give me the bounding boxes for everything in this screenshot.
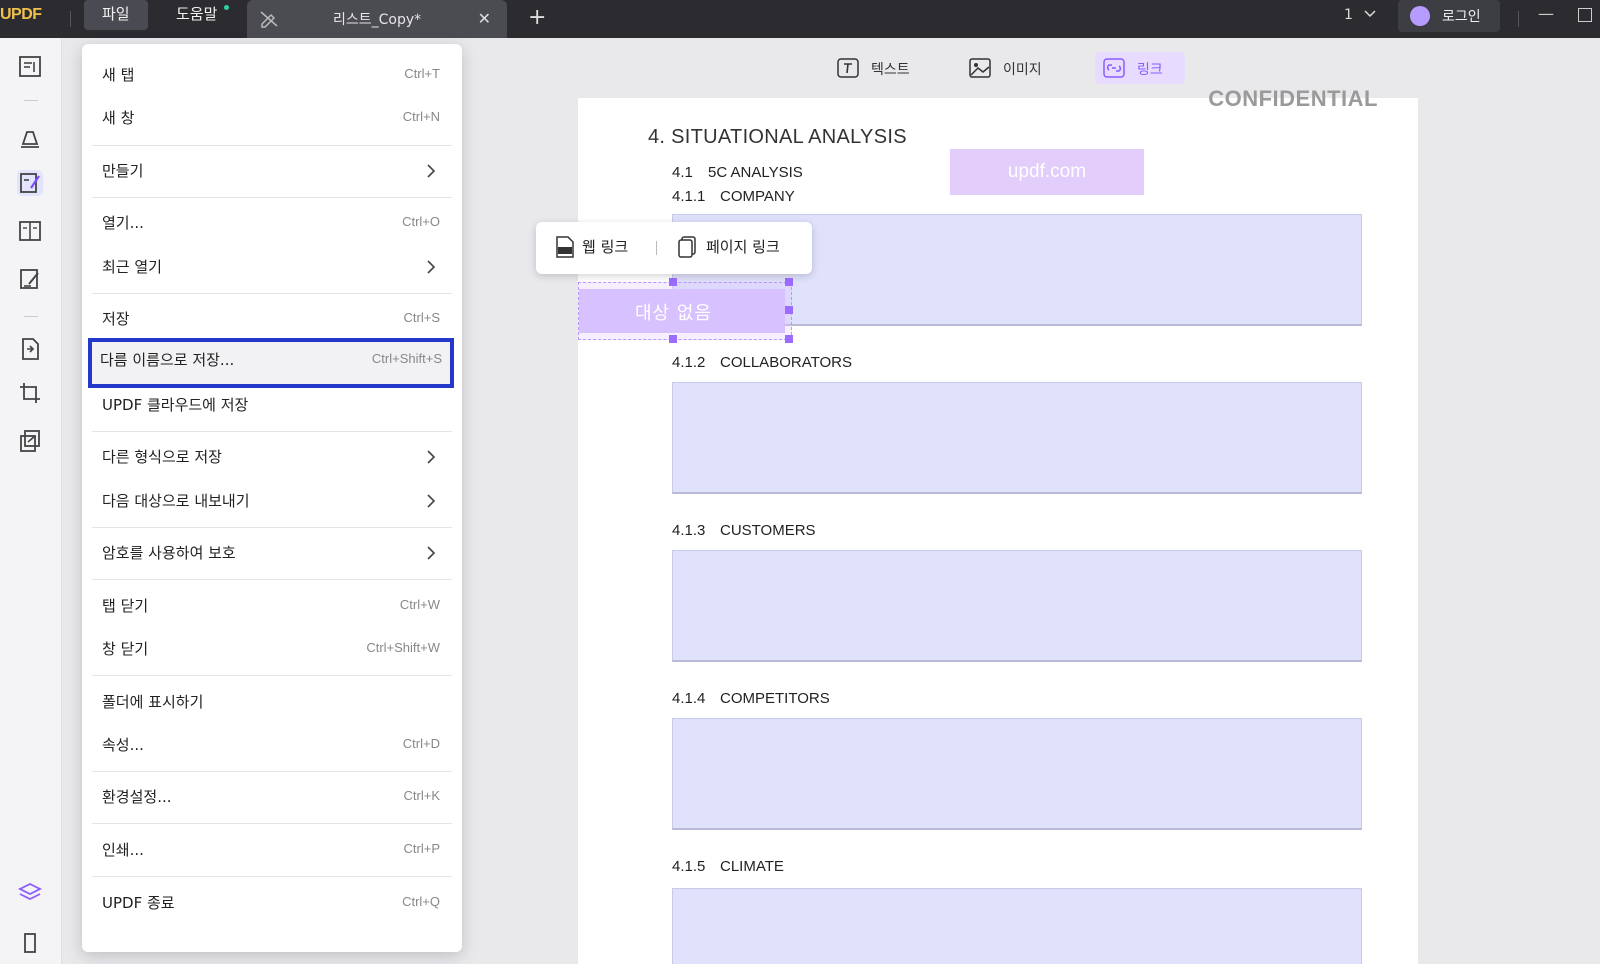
divider [92,876,452,877]
confidential-header: CONFIDENTIAL [1208,86,1378,111]
menu-help[interactable]: 도움말 [158,0,239,30]
edit-off-icon [260,11,278,28]
convert-icon[interactable] [17,336,43,362]
comment-icon[interactable] [17,124,43,150]
title-bar: UPDF 파일 도움말 리스트_Copy* ✕ + 1 로그인 — [0,0,1600,38]
divider [656,241,657,255]
chevron-right-icon [427,546,436,560]
divider [92,823,452,824]
chevron-down-icon [1364,10,1376,18]
menu-item-close-window[interactable]: 창 닫기 Ctrl+Shift+W [90,627,452,671]
fill-sign-icon[interactable] [17,266,43,292]
page-link-option[interactable]: 페이지 링크 [706,236,780,257]
subsection-heading: 4.1 5C ANALYSIS [672,164,803,181]
form-field-climate[interactable] [672,888,1362,964]
resize-handle[interactable] [669,335,677,343]
reader-icon[interactable] [17,54,43,80]
edit-pdf-icon[interactable] [17,170,43,196]
divider [92,145,452,146]
image-icon [969,58,991,78]
add-link-button[interactable]: 링크 [1095,52,1185,84]
chevron-right-icon [427,494,436,508]
menu-item-save[interactable]: 저장 Ctrl+S [90,297,452,341]
divider [24,316,38,317]
link-target-label: 대상 없음 [635,303,712,324]
subsection-heading: 4.1.4 COMPETITORS [672,690,830,707]
tab-close-icon[interactable]: ✕ [478,9,491,28]
page-selector[interactable]: 1 [1344,7,1377,23]
page-link-icon [678,236,696,258]
menu-item-save-to-cloud[interactable]: UPDF 클라우드에 저장 [90,383,452,427]
menu-item-create[interactable]: 만들기 [90,149,452,193]
divider [92,579,452,580]
divider [92,675,452,676]
watermark: updf.com [950,149,1144,195]
login-button[interactable]: 로그인 [1398,0,1500,32]
menu-file[interactable]: 파일 [84,0,148,30]
menu-item-protect-with-password[interactable]: 암호를 사용하여 보호 [90,531,452,575]
link-annotation[interactable]: 대상 없음 [578,282,792,340]
tab-title: 리스트_Copy* [333,12,422,28]
divider [92,527,452,528]
minimize-icon[interactable]: — [1538,4,1554,23]
menu-item-export-to[interactable]: 다음 대상으로 내보내기 [90,479,452,523]
menu-item-show-in-folder[interactable]: 폴더에 표시하기 [90,680,452,724]
divider [24,100,38,101]
updf-logo: UPDF [0,6,42,23]
divider [92,293,452,294]
add-tab-icon[interactable]: + [528,5,546,30]
menu-item-save-as-other[interactable]: 다른 형식으로 저장 [90,435,452,479]
web-link-option[interactable]: 웹 링크 [582,236,628,257]
subsection-heading: 4.1.1 COMPANY [672,188,795,205]
web-link-icon [556,236,574,258]
crop-icon[interactable] [17,380,43,406]
organize-pages-icon[interactable] [17,218,43,244]
avatar-icon [1410,6,1430,26]
notification-dot [224,5,230,10]
add-text-button[interactable]: 텍스트 [829,52,925,84]
text-icon [837,58,859,78]
form-field-customers[interactable] [672,550,1362,662]
document-tab[interactable]: 리스트_Copy* ✕ [247,0,507,38]
menu-item-print[interactable]: 인쇄... Ctrl+P [90,828,452,872]
menu-item-close-tab[interactable]: 탭 닫기 Ctrl+W [90,584,452,628]
divider [92,197,452,198]
maximize-icon[interactable] [1578,8,1592,22]
menu-item-quit[interactable]: UPDF 종료 Ctrl+Q [90,881,452,925]
subsection-heading: 4.1.5 CLIMATE [672,858,784,875]
form-field-competitors[interactable] [672,718,1362,830]
subsection-heading: 4.1.3 CUSTOMERS [672,522,816,539]
protect-icon[interactable] [17,428,43,454]
menu-item-new-tab[interactable]: 새 탭 Ctrl+T [90,53,452,97]
add-image-button[interactable]: 이미지 [961,52,1057,84]
link-icon [1103,58,1125,78]
divider [70,11,71,27]
menu-item-save-as[interactable]: 다름 이름으로 저장... Ctrl+Shift+S [88,338,454,388]
resize-handle[interactable] [785,335,793,343]
divider [92,431,452,432]
divider [1518,11,1519,27]
form-field-collaborators[interactable] [672,382,1362,494]
left-sidebar [0,38,62,964]
divider [92,771,452,772]
menu-item-properties[interactable]: 속성... Ctrl+D [90,723,452,767]
resize-handle[interactable] [785,278,793,286]
menu-item-open[interactable]: 열기... Ctrl+O [90,201,452,245]
menu-item-open-recent[interactable]: 최근 열기 [90,245,452,289]
menu-item-preferences[interactable]: 환경설정... Ctrl+K [90,775,452,819]
resize-handle[interactable] [669,278,677,286]
link-type-popover: 웹 링크 페이지 링크 [536,222,812,274]
bookmark-icon[interactable] [17,928,43,954]
file-menu: 새 탭 Ctrl+T 새 창 Ctrl+N 만들기 열기... Ctrl+O 최근 열… [82,44,462,952]
layers-icon[interactable] [17,880,43,906]
chevron-right-icon [427,450,436,464]
chevron-right-icon [427,164,436,178]
menu-item-new-window[interactable]: 새 창 Ctrl+N [90,96,452,140]
section-title: 4. SITUATIONAL ANALYSIS [648,126,907,148]
chevron-right-icon [427,260,436,274]
resize-handle[interactable] [785,306,793,314]
subsection-heading: 4.1.2 COLLABORATORS [672,354,852,371]
